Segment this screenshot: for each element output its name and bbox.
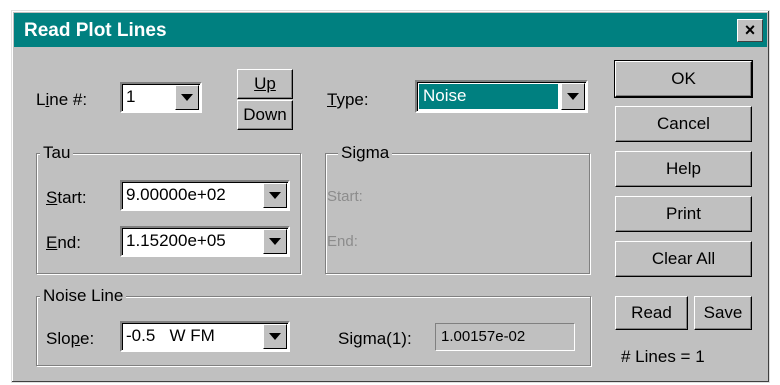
help-button[interactable]: Help bbox=[615, 151, 752, 187]
read-button[interactable]: Read bbox=[615, 296, 688, 330]
type-label: Type: bbox=[327, 90, 369, 109]
up-button-label: Up bbox=[254, 74, 276, 93]
tau-end-select[interactable]: 1.15200e+05 bbox=[120, 226, 290, 257]
lines-count-status: # Lines = 1 bbox=[621, 347, 705, 366]
tau-start-label: Start: bbox=[46, 188, 87, 207]
type-dropdown-button[interactable] bbox=[561, 83, 585, 110]
chevron-down-icon bbox=[269, 192, 281, 199]
chevron-down-icon bbox=[567, 93, 579, 100]
clear-all-button-label: Clear All bbox=[651, 249, 716, 268]
tau-end-label: End: bbox=[46, 233, 81, 252]
clear-all-button[interactable]: Clear All bbox=[615, 241, 752, 277]
close-button[interactable]: × bbox=[737, 19, 763, 42]
down-button-label: Down bbox=[243, 105, 287, 124]
slope-value: -0.5 W FM bbox=[126, 326, 215, 345]
title-bar: Read Plot Lines × bbox=[14, 13, 767, 47]
line-number-select[interactable]: 1 bbox=[120, 82, 202, 113]
line-number-value: 1 bbox=[126, 87, 136, 106]
sigma1-value: 1.00157e-02 bbox=[441, 328, 526, 345]
up-button[interactable]: Up bbox=[237, 69, 293, 99]
tau-start-dropdown-button[interactable] bbox=[263, 183, 287, 208]
print-button-label: Print bbox=[666, 204, 701, 223]
tau-start-select[interactable]: 9.00000e+02 bbox=[120, 180, 290, 211]
read-button-label: Read bbox=[631, 303, 672, 322]
sigma-group bbox=[325, 153, 590, 274]
noise-line-group-title: Noise Line bbox=[40, 286, 127, 306]
down-button[interactable]: Down bbox=[237, 100, 293, 130]
ok-button[interactable]: OK bbox=[614, 60, 753, 98]
cancel-button[interactable]: Cancel bbox=[615, 106, 752, 142]
tau-group-title: Tau bbox=[40, 143, 74, 163]
help-button-label: Help bbox=[666, 159, 701, 178]
tau-end-dropdown-button[interactable] bbox=[263, 229, 287, 254]
close-icon: × bbox=[744, 20, 756, 40]
line-number-label: Line #: bbox=[36, 90, 88, 109]
line-number-dropdown-button[interactable] bbox=[175, 85, 199, 110]
slope-label: Slope: bbox=[46, 329, 95, 348]
slope-dropdown-button[interactable] bbox=[263, 324, 287, 349]
chevron-down-icon bbox=[181, 94, 193, 101]
read-plot-lines-dialog: Read Plot Lines × Line #: 1 Up Down Type… bbox=[11, 10, 770, 383]
sigma-group-title: Sigma bbox=[338, 143, 393, 163]
ok-button-label: OK bbox=[671, 69, 696, 88]
type-select[interactable]: Noise bbox=[415, 80, 588, 113]
cancel-button-label: Cancel bbox=[657, 114, 710, 133]
sigma-end-label: End: bbox=[327, 233, 358, 250]
sigma1-field: 1.00157e-02 bbox=[435, 323, 575, 351]
dialog-title: Read Plot Lines bbox=[24, 20, 167, 41]
sigma1-label: Sigma(1): bbox=[338, 329, 412, 348]
tau-start-value: 9.00000e+02 bbox=[126, 185, 226, 204]
chevron-down-icon bbox=[269, 238, 281, 245]
type-value: Noise bbox=[423, 86, 467, 105]
slope-select[interactable]: -0.5 W FM bbox=[120, 321, 290, 352]
sigma-start-label: Start: bbox=[327, 188, 363, 205]
print-button[interactable]: Print bbox=[615, 196, 752, 232]
save-button-label: Save bbox=[703, 303, 743, 322]
chevron-down-icon bbox=[269, 333, 281, 340]
save-button[interactable]: Save bbox=[694, 296, 752, 330]
tau-end-value: 1.15200e+05 bbox=[126, 231, 226, 250]
